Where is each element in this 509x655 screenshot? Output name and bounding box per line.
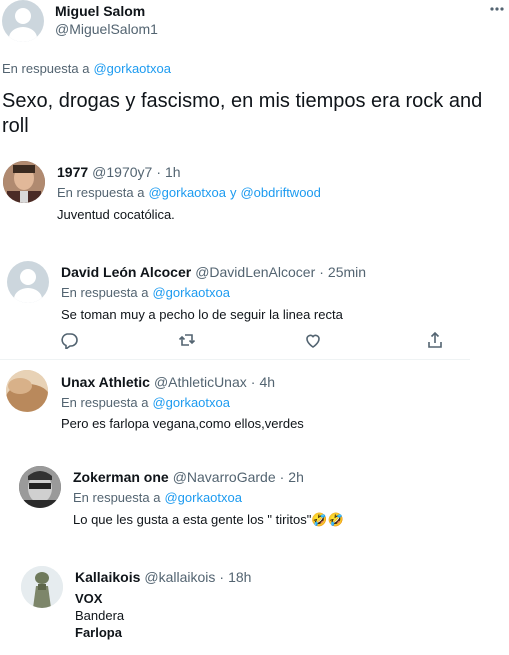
reply-context: En respuesta a @gorkaotxoa [61, 395, 234, 410]
mention-link[interactable]: @gorkaotxoa [164, 490, 242, 505]
tweet-text-lines: VOX Bandera Farlopa [75, 590, 124, 641]
divider [0, 359, 470, 360]
avatar-unax-athletic[interactable] [6, 370, 48, 412]
tweet-line-vox: VOX [75, 591, 103, 606]
more-options-button[interactable] [488, 2, 506, 16]
timestamp[interactable]: 1h [165, 164, 181, 180]
author-handle[interactable]: @DavidLenAlcocer [195, 264, 315, 280]
author-handle[interactable]: @1970y7 [92, 164, 152, 180]
mention-link[interactable]: @gorkaotxoa [152, 395, 230, 410]
author-handle[interactable]: @MiguelSalom1 [55, 21, 158, 37]
author-handle[interactable]: @NavarroGarde [173, 469, 276, 485]
tweet-text: Sexo, drogas y fascismo, en mis tiempos … [2, 90, 483, 137]
author-handle[interactable]: @AthleticUnax [154, 374, 247, 390]
avatar-kallaikois[interactable] [21, 566, 63, 608]
reply-icon [61, 333, 78, 351]
reply-context: En respuesta a @gorkaotxoa [73, 490, 246, 505]
retweet-icon [178, 334, 196, 346]
author-name[interactable]: Miguel Salom [55, 3, 145, 19]
separator-dot: · [319, 264, 324, 280]
tweet-text: Pero es farlopa vegana,como ellos,verdes [61, 416, 304, 431]
mention-link[interactable]: @gorkaotxoa [148, 185, 226, 200]
timestamp[interactable]: 18h [228, 569, 251, 585]
share-icon [428, 331, 442, 348]
reply-prefix: En respuesta a [61, 395, 149, 410]
profile-photo [19, 466, 61, 508]
reply-header: David León Alcocer @DavidLenAlcocer · 25… [61, 264, 370, 280]
reply-context: En respuesta a @gorkaotxoa [61, 285, 234, 300]
reply-context: En respuesta a @gorkaotxoa [2, 61, 175, 76]
author-name[interactable]: Zokerman one [73, 469, 169, 485]
tweet-text: Juventud cocatólica. [57, 207, 175, 222]
share-button[interactable] [426, 331, 444, 349]
avatar-zokerman[interactable] [19, 466, 61, 508]
mention-link[interactable]: @gorkaotxoa [152, 285, 230, 300]
avatar-david-leon[interactable] [7, 261, 49, 303]
reply-header: Unax Athletic @AthleticUnax · 4h [61, 374, 279, 390]
author-name[interactable]: David León Alcocer [61, 264, 191, 280]
author-name[interactable]: Kallaikois [75, 569, 140, 585]
mention-link[interactable]: @gorkaotxoa [93, 61, 171, 76]
tweet-text: Lo que les gusta a esta gente los " tiri… [73, 512, 312, 527]
like-button[interactable] [304, 331, 322, 349]
author-handle[interactable]: @kallaikois [144, 569, 215, 585]
separator-dot: · [250, 374, 256, 390]
reply-header: 1977 @1970y7 · 1h [57, 164, 185, 180]
mention-join: y [229, 185, 237, 200]
avatar-miguel-salom[interactable] [2, 0, 44, 42]
more-icon [490, 7, 504, 11]
profile-photo [6, 370, 48, 412]
reply-context: En respuesta a @gorkaotxoa y @obdriftwoo… [57, 185, 325, 200]
mention-link[interactable]: @obdriftwood [240, 185, 320, 200]
timestamp[interactable]: 4h [259, 374, 275, 390]
like-icon [306, 334, 320, 348]
separator-dot: · [279, 469, 285, 485]
timestamp[interactable]: 2h [288, 469, 304, 485]
tweet-line-bandera: Bandera [75, 608, 125, 623]
author-name[interactable]: Unax Athletic [61, 374, 150, 390]
profile-photo [21, 566, 63, 608]
profile-photo [3, 161, 45, 203]
reply-prefix: En respuesta a [73, 490, 161, 505]
reply-prefix: En respuesta a [2, 61, 90, 76]
separator-dot: · [156, 164, 161, 180]
timestamp[interactable]: 25min [328, 264, 366, 280]
author-name[interactable]: 1977 [57, 164, 88, 180]
retweet-button[interactable] [178, 331, 196, 349]
avatar-1977[interactable] [3, 161, 45, 203]
default-avatar-icon [14, 269, 42, 303]
reply-header: Kallaikois @kallaikois · 18h [75, 569, 255, 585]
laughing-emoji-icon: 🤣🤣 [311, 512, 344, 527]
tweet-line-farlopa: Farlopa [75, 625, 122, 640]
reply-header: Zokerman one @NavarroGarde · 2h [73, 469, 308, 485]
separator-dot: · [219, 569, 225, 585]
reply-prefix: En respuesta a [61, 285, 149, 300]
reply-button[interactable] [60, 331, 78, 351]
default-avatar-icon [9, 8, 37, 42]
reply-prefix: En respuesta a [57, 185, 145, 200]
tweet-text: Se toman muy a pecho lo de seguir la lin… [61, 307, 343, 322]
tweet-text-row: Lo que les gusta a esta gente los " tiri… [73, 512, 348, 528]
